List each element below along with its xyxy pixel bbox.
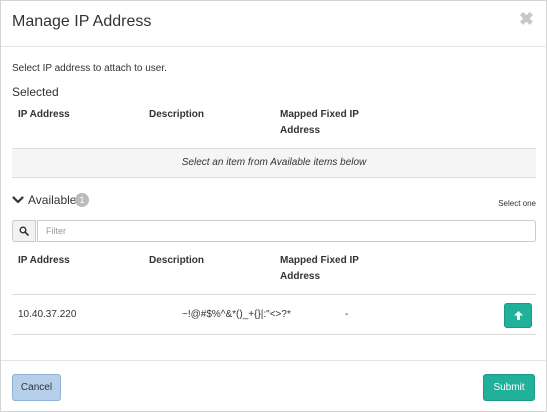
select-one-hint: Select one [498,199,536,208]
filter-bar [12,220,536,242]
chevron-down-icon[interactable] [12,194,24,206]
table-row: 10.40.37.220 ~!@#$%^&*()_+{}|:"<>?* - [12,294,536,335]
intro-text: Select IP address to attach to user. [12,63,167,74]
column-description: Description [149,109,205,120]
row-ip-address: 10.40.37.220 [18,309,77,320]
selected-table-header: IP Address Description Mapped Fixed IP A… [12,107,536,143]
column-mapped-fixed-ip: Mapped Fixed IP Address [280,255,359,282]
row-description: ~!@#$%^&*()_+{}|:"<>?* [182,309,291,320]
selected-section-label: Selected [12,85,59,99]
filter-input[interactable] [37,220,536,242]
cancel-button[interactable]: Cancel [12,374,61,401]
column-ip-address: IP Address [18,109,70,120]
manage-ip-modal: Manage IP Address ✖ Select IP address to… [0,0,547,412]
modal-header: Manage IP Address ✖ [1,1,546,47]
arrow-up-icon [513,311,523,320]
column-ip-address: IP Address [18,255,70,266]
allocate-row-button[interactable] [504,303,532,328]
available-section-label[interactable]: Available [28,193,76,207]
close-icon[interactable]: ✖ [519,10,534,28]
selected-empty-message: Select an item from Available items belo… [12,148,536,178]
search-button[interactable] [12,220,36,242]
available-table-header: IP Address Description Mapped Fixed IP A… [12,253,536,289]
available-count-badge: 1 [75,193,89,207]
search-icon [19,226,29,236]
row-mapped-fixed-ip: - [345,309,349,320]
column-mapped-fixed-ip: Mapped Fixed IP Address [280,109,359,136]
column-description: Description [149,255,205,266]
submit-button[interactable]: Submit [483,374,535,401]
available-section-header[interactable]: Available 1 Select one [12,192,536,210]
modal-title: Manage IP Address [12,13,152,30]
modal-footer: Cancel Submit [1,360,546,412]
